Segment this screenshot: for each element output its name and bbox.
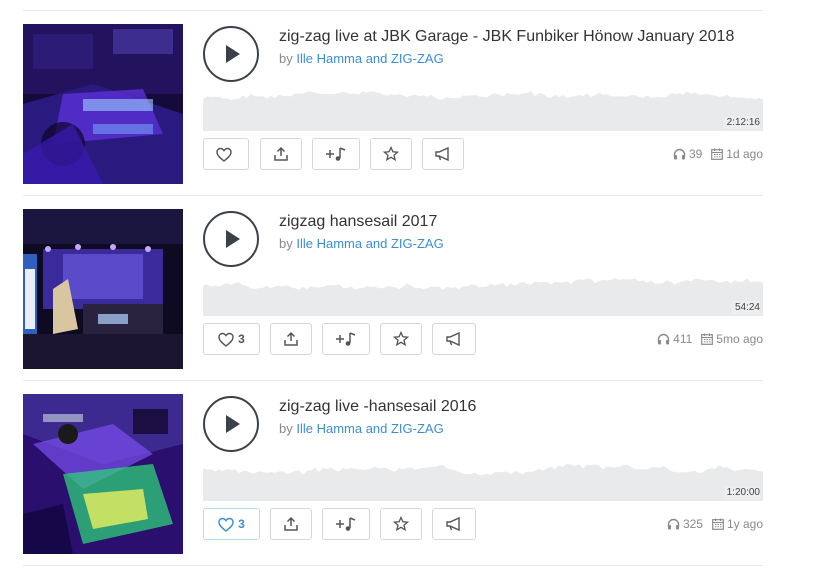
promote-button[interactable] [432, 508, 476, 540]
play-count: 411 [673, 332, 693, 346]
favorite-button[interactable] [370, 138, 412, 170]
like-button[interactable] [203, 138, 249, 170]
star-icon [383, 146, 399, 162]
add-to-playlist-icon [336, 332, 356, 346]
like-button[interactable]: 3 [203, 323, 260, 355]
add-to-playlist-button[interactable] [322, 508, 370, 540]
heart-icon [216, 147, 232, 162]
cover-artwork [23, 24, 183, 184]
track-item: zigzag hansesail 2017 by Ille Hamma and … [23, 196, 763, 381]
track-title[interactable]: zigzag hansesail 2017 [279, 213, 437, 231]
track-duration: 2:12:16 [723, 116, 760, 129]
waveform-graphic [203, 91, 763, 131]
track-item: zig-zag live at JBK Garage - JBK Funbike… [23, 11, 763, 196]
like-count: 3 [238, 332, 245, 346]
track-cover-image[interactable] [23, 394, 183, 554]
play-button[interactable] [203, 396, 259, 452]
artist-link[interactable]: Ille Hamma and ZIG-ZAG [296, 51, 443, 66]
headphones-icon [673, 148, 686, 160]
play-icon [226, 45, 240, 63]
headphones-icon [667, 518, 680, 530]
track-byline: by Ille Hamma and ZIG-ZAG [279, 236, 444, 251]
favorite-button[interactable] [380, 508, 422, 540]
by-label: by [279, 236, 297, 251]
calendar-icon [711, 148, 724, 160]
megaphone-icon [435, 146, 449, 162]
add-to-playlist-icon [326, 147, 346, 161]
add-to-playlist-icon [336, 517, 356, 531]
waveform[interactable]: 54:24 [203, 266, 763, 316]
waveform-shape [203, 278, 763, 316]
artist-link[interactable]: Ille Hamma and ZIG-ZAG [296, 236, 443, 251]
calendar-icon [701, 333, 714, 345]
track-cover-image[interactable] [23, 209, 183, 369]
upload-age: 1y ago [726, 517, 763, 531]
waveform-graphic [203, 463, 763, 501]
track-byline: by Ille Hamma and ZIG-ZAG [279, 51, 444, 66]
waveform-shape [203, 463, 763, 501]
waveform-shape [203, 91, 763, 131]
track-stats: 411 5mo ago [657, 331, 763, 347]
share-button[interactable] [270, 323, 312, 355]
heart-icon [218, 517, 234, 532]
share-button[interactable] [270, 508, 312, 540]
track-title[interactable]: zig-zag live -hansesail 2016 [279, 398, 476, 416]
like-button[interactable]: 3 [203, 508, 260, 540]
star-icon [393, 516, 409, 532]
headphones-icon [657, 333, 670, 345]
promote-button[interactable] [422, 138, 464, 170]
track-stats: 325 1y ago [667, 516, 763, 532]
track-stats: 39 1d ago [673, 146, 763, 162]
calendar-icon [712, 518, 724, 530]
waveform[interactable]: 2:12:16 [203, 81, 763, 131]
heart-icon [218, 332, 234, 347]
play-count: 325 [682, 517, 703, 531]
track-duration: 54:24 [731, 301, 760, 314]
promote-button[interactable] [432, 323, 476, 355]
cover-artwork [23, 394, 183, 554]
play-button[interactable] [203, 211, 259, 267]
artist-link[interactable]: Ille Hamma and ZIG-ZAG [296, 421, 443, 436]
share-icon [274, 146, 288, 161]
by-label: by [279, 51, 297, 66]
cover-artwork [23, 209, 183, 369]
track-title[interactable]: zig-zag live at JBK Garage - JBK Funbike… [279, 28, 734, 46]
like-count: 3 [238, 517, 245, 531]
waveform-graphic [203, 278, 763, 316]
star-icon [393, 331, 409, 347]
share-icon [284, 331, 298, 346]
play-button[interactable] [203, 26, 259, 82]
track-divider [23, 565, 763, 566]
share-button[interactable] [260, 138, 302, 170]
favorite-button[interactable] [380, 323, 422, 355]
play-icon [226, 230, 240, 248]
play-icon [226, 415, 240, 433]
waveform[interactable]: 1:20:00 [203, 451, 763, 501]
upload-age: 1d ago [726, 147, 763, 161]
upload-age: 5mo ago [716, 332, 763, 346]
megaphone-icon [446, 331, 460, 347]
share-icon [284, 516, 298, 531]
track-item: zig-zag live -hansesail 2016 by Ille Ham… [23, 381, 763, 566]
track-cover-image[interactable] [23, 24, 183, 184]
add-to-playlist-button[interactable] [322, 323, 370, 355]
play-count: 39 [688, 147, 703, 161]
track-byline: by Ille Hamma and ZIG-ZAG [279, 421, 444, 436]
track-duration: 1:20:00 [723, 486, 760, 499]
megaphone-icon [446, 516, 460, 532]
add-to-playlist-button[interactable] [312, 138, 360, 170]
by-label: by [279, 421, 297, 436]
